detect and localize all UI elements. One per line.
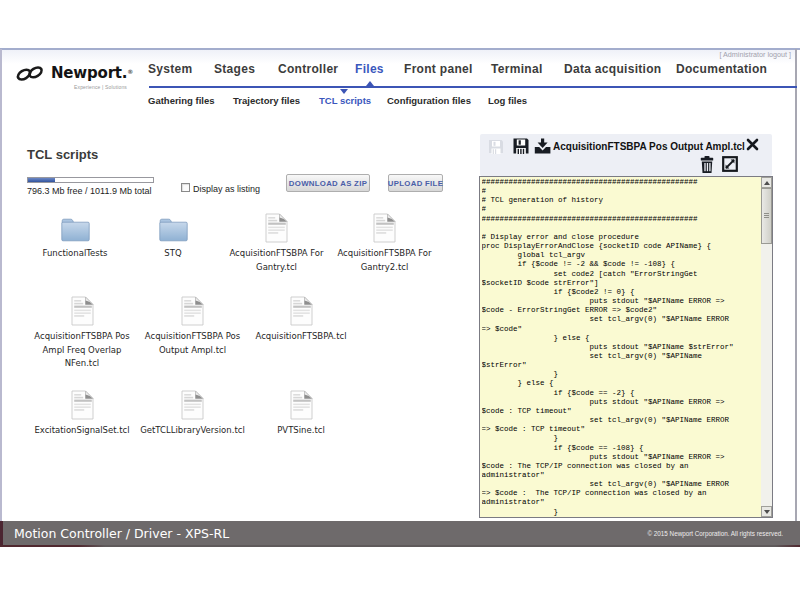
nav-active-indicator-icon bbox=[366, 81, 374, 86]
file-label: FunctionalTests bbox=[43, 247, 108, 261]
nav-item-system[interactable]: System bbox=[148, 62, 193, 76]
file-icon bbox=[71, 390, 94, 421]
nav-item-front-panel[interactable]: Front panel bbox=[404, 62, 473, 76]
file-icon bbox=[373, 213, 396, 244]
upload-file-button[interactable]: UPLOAD FILE bbox=[388, 174, 443, 192]
download-as-zip-button[interactable]: DOWNLOAD AS ZIP bbox=[286, 174, 370, 192]
page-left-border bbox=[0, 49, 2, 521]
viewer-file-title: AcquisitionFTSBPA Pos Output Ampl.tcl bbox=[553, 141, 745, 152]
file-item-acquisitionftsbpa-for-gantry2-tcl[interactable]: AcquisitionFTSBPA ForGantry2.tcl bbox=[332, 213, 437, 274]
display-as-listing-label: Display as listing bbox=[193, 184, 260, 194]
nav-item-controller[interactable]: Controller bbox=[278, 62, 338, 76]
file-label: PVTSine.tcl bbox=[277, 424, 325, 438]
storage-meter-fill bbox=[28, 178, 55, 182]
nav-item-files[interactable]: Files bbox=[355, 62, 384, 76]
subnav-item-log-files[interactable]: Log files bbox=[488, 95, 527, 106]
file-label: GetTCLLibraryVersion.tcl bbox=[140, 424, 245, 438]
storage-text: 796.3 Mb free / 1011.9 Mb total bbox=[27, 186, 151, 196]
brand-name-text: Newport bbox=[51, 64, 122, 82]
file-item-acquisitionftsbpa-pos-output-ampl-tcl[interactable]: AcquisitionFTSBPA PosOutput Ampl.tcl bbox=[139, 296, 246, 371]
brand-registered-mark: ® bbox=[127, 68, 133, 75]
subnav-active-indicator-icon bbox=[340, 89, 348, 94]
scrollbar[interactable] bbox=[761, 177, 772, 517]
file-label: ExcitationSignalSet.tcl bbox=[34, 424, 129, 438]
save-icon[interactable] bbox=[513, 138, 529, 154]
scrollbar-down-button[interactable] bbox=[761, 506, 772, 517]
close-icon[interactable] bbox=[746, 138, 759, 151]
file-label: AcquisitionFTSBPA ForGantry.tcl bbox=[229, 247, 323, 274]
scroll-down-icon bbox=[764, 510, 770, 514]
folder-item-functionaltests[interactable]: FunctionalTests bbox=[25, 213, 125, 274]
file-item-acquisitionftsbpa-tcl[interactable]: AcquisitionFTSBPA.tcl bbox=[246, 296, 356, 371]
file-label: AcquisitionFTSBPA PosOutput Ampl.tcl bbox=[145, 330, 240, 357]
file-grid-row: ExcitationSignalSet.tcl GetTCLLibraryVers… bbox=[25, 390, 356, 438]
subnav-item-trajectory-files[interactable]: Trajectory files bbox=[233, 95, 300, 106]
download-icon[interactable] bbox=[534, 138, 551, 154]
file-item-excitationsignalset-tcl[interactable]: ExcitationSignalSet.tcl bbox=[25, 390, 139, 438]
file-icon bbox=[181, 390, 204, 421]
code-content[interactable]: ########################################… bbox=[482, 178, 750, 516]
file-item-acquisitionftsbpa-for-gantry-tcl[interactable]: AcquisitionFTSBPA ForGantry.tcl bbox=[221, 213, 332, 274]
scrollbar-thumb[interactable] bbox=[761, 188, 772, 244]
nav-item-terminal[interactable]: Terminal bbox=[491, 62, 543, 76]
nav-item-data-acquisition[interactable]: Data acquisition bbox=[564, 62, 661, 76]
file-item-acquisitionftsbpa-pos-ampl-freq-overlap-nfen-tcl[interactable]: AcquisitionFTSBPA PosAmpl Freq OverlapNF… bbox=[25, 296, 139, 371]
footer-title: Motion Controller / Driver - XPS-RL bbox=[14, 526, 229, 541]
expand-icon[interactable] bbox=[722, 156, 738, 172]
page-right-border bbox=[795, 49, 797, 521]
folder-item-stq[interactable]: STQ bbox=[125, 213, 221, 274]
brand-tagline: Experience | Solutions bbox=[74, 84, 127, 90]
file-grid-row: AcquisitionFTSBPA PosAmpl Freq OverlapNF… bbox=[25, 296, 356, 371]
file-label: AcquisitionFTSBPA ForGantry2.tcl bbox=[337, 247, 431, 274]
code-editor[interactable]: ########################################… bbox=[479, 176, 773, 518]
display-as-listing-checkbox[interactable] bbox=[181, 183, 190, 192]
footer-left-accent bbox=[0, 521, 3, 545]
file-label: STQ bbox=[164, 247, 181, 261]
file-icon bbox=[71, 296, 94, 327]
trash-icon[interactable] bbox=[700, 156, 714, 173]
footer-copyright: © 2015 Newport Corporation. All rights r… bbox=[647, 530, 783, 537]
save-icon-disabled bbox=[488, 139, 504, 154]
file-icon bbox=[290, 390, 313, 421]
nav-underline bbox=[149, 86, 797, 88]
file-item-gettcllibraryversion-tcl[interactable]: GetTCLLibraryVersion.tcl bbox=[139, 390, 246, 438]
footer-bottom-accent bbox=[0, 545, 800, 547]
scrollbar-grip bbox=[764, 213, 769, 214]
administrator-logout-link[interactable]: [ Administrator logout ] bbox=[719, 50, 791, 59]
scroll-up-icon bbox=[764, 181, 770, 185]
file-icon bbox=[265, 213, 288, 244]
subnav-item-gathering-files[interactable]: Gathering files bbox=[148, 95, 215, 106]
page-title: TCL scripts bbox=[27, 147, 98, 162]
nav-item-documentation[interactable]: Documentation bbox=[676, 62, 767, 76]
file-item-pvtsine-tcl[interactable]: PVTSine.tcl bbox=[246, 390, 356, 438]
file-grid-row: FunctionalTests STQ AcquisitionFTSBPA ForG… bbox=[25, 213, 437, 274]
folder-icon bbox=[159, 213, 188, 244]
file-label: AcquisitionFTSBPA.tcl bbox=[255, 330, 346, 344]
nav-item-stages[interactable]: Stages bbox=[214, 62, 255, 76]
page: [ Administrator logout ] Newport.® Exper… bbox=[0, 0, 800, 600]
storage-meter bbox=[27, 177, 154, 183]
file-icon bbox=[290, 296, 313, 327]
brand-name: Newport.® bbox=[51, 64, 133, 82]
newport-logo-icon bbox=[15, 65, 45, 82]
scrollbar-up-button[interactable] bbox=[761, 177, 772, 188]
file-label: AcquisitionFTSBPA PosAmpl Freq OverlapNF… bbox=[34, 330, 129, 371]
subnav-item-tcl-scripts[interactable]: TCL scripts bbox=[319, 95, 371, 106]
viewer-header: AcquisitionFTSBPA Pos Output Ampl.tcl bbox=[480, 134, 772, 176]
file-icon bbox=[181, 296, 204, 327]
subnav-item-configuration-files[interactable]: Configuration files bbox=[387, 95, 471, 106]
folder-icon bbox=[61, 213, 90, 244]
